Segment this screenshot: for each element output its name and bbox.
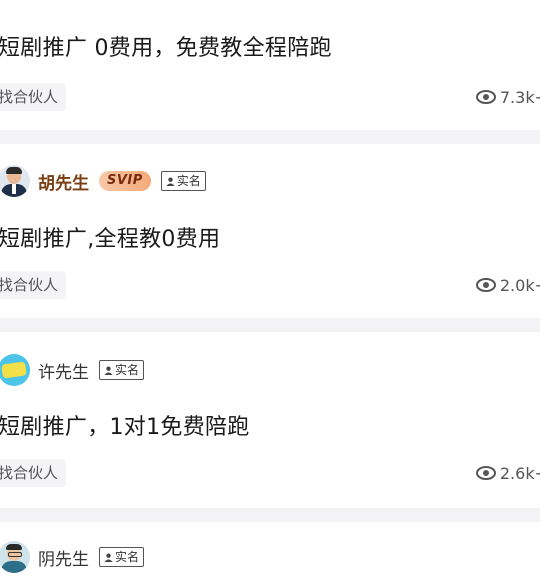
post-tag[interactable]: 找合伙人 — [0, 83, 67, 111]
verified-label: 实名 — [115, 363, 140, 377]
person-icon — [104, 553, 113, 562]
post-card[interactable]: 胡先生 SVIP 实名 短剧推广,全程教0费用 找合伙人 2.0k+ — [0, 144, 540, 316]
eye-icon — [475, 466, 496, 480]
view-count: 7.3k+ — [475, 83, 540, 111]
view-count-text: 2.6k+ — [499, 463, 540, 483]
post-separator — [0, 130, 540, 144]
post-author: 阴先生 实名 — [0, 539, 145, 575]
avatar[interactable] — [0, 354, 30, 386]
post-tag[interactable]: 找合伙人 — [0, 459, 67, 487]
post-title[interactable]: 短剧推广 0费用，免费教全程陪跑 — [0, 30, 332, 62]
verified-badge: 实名 — [99, 360, 145, 380]
post-separator — [0, 318, 540, 332]
post-card[interactable]: 许先生 实名 短剧推广，1对1免费陪跑 找合伙人 2.6k+ — [0, 332, 540, 506]
person-icon — [104, 366, 113, 375]
post-author: 胡先生 SVIP 实名 — [0, 163, 206, 199]
view-count-text: 2.0k+ — [499, 275, 540, 295]
view-count: 2.6k+ — [475, 459, 540, 487]
post-title[interactable]: 短剧推广，1对1免费陪跑 — [0, 409, 250, 441]
eye-icon — [475, 90, 496, 104]
svip-badge: SVIP — [99, 171, 151, 191]
post-title[interactable]: 短剧推广,全程教0费用 — [0, 221, 220, 253]
post-card[interactable]: 阴先生 实名 — [0, 522, 540, 586]
avatar[interactable] — [0, 541, 30, 573]
view-count: 2.0k+ — [475, 271, 540, 299]
eye-icon — [475, 278, 496, 292]
author-name[interactable]: 胡先生 — [38, 169, 89, 194]
verified-badge: 实名 — [99, 547, 145, 567]
post-author: 许先生 实名 — [0, 352, 145, 388]
avatar[interactable] — [0, 165, 30, 197]
post-separator — [0, 508, 540, 522]
author-name[interactable]: 许先生 — [38, 358, 89, 383]
author-name[interactable]: 阴先生 — [38, 545, 89, 570]
post-tag[interactable]: 找合伙人 — [0, 271, 67, 299]
verified-label: 实名 — [115, 550, 140, 564]
verified-label: 实名 — [176, 174, 201, 188]
post-card[interactable]: 短剧推广 0费用，免费教全程陪跑 找合伙人 7.3k+ — [0, 0, 540, 128]
verified-badge: 实名 — [160, 171, 206, 191]
view-count-text: 7.3k+ — [499, 87, 540, 107]
person-icon — [166, 177, 175, 186]
